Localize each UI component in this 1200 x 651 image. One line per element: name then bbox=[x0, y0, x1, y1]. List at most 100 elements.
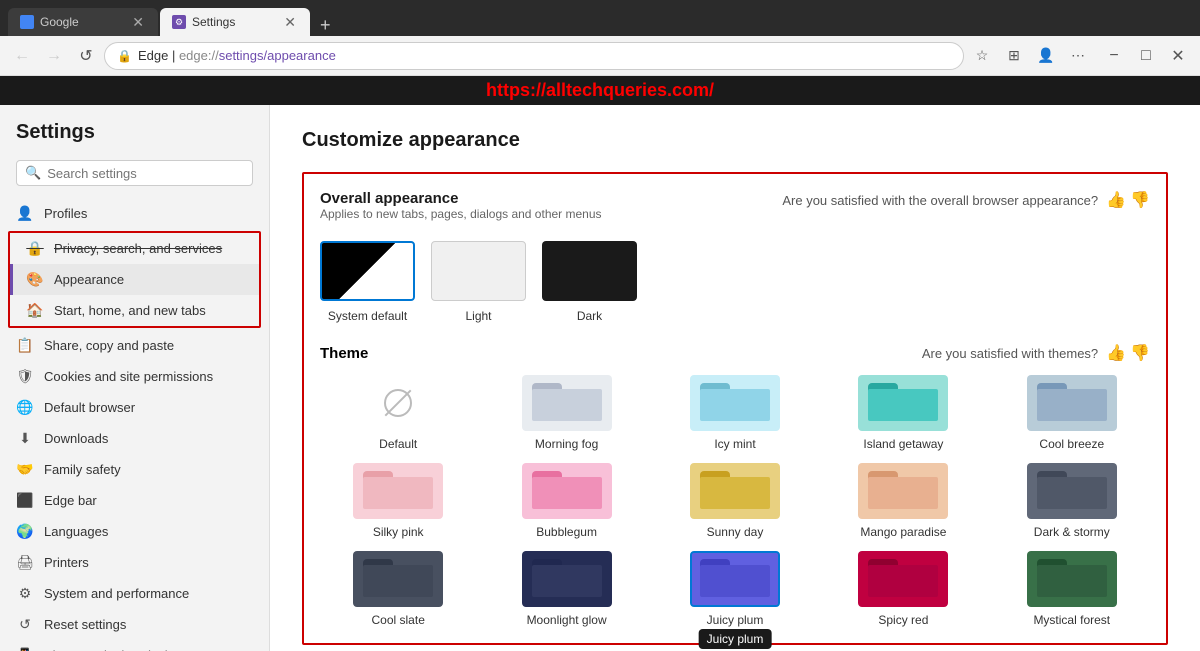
sidebar-item-label: Edge bar bbox=[44, 493, 97, 508]
theme-item-mystical-forest[interactable]: Mystical forest bbox=[994, 551, 1150, 627]
theme-sunny-day-label: Sunny day bbox=[707, 525, 764, 539]
sidebar-title: Settings bbox=[0, 121, 269, 160]
sidebar-item-label: Privacy, search, and services bbox=[54, 241, 222, 256]
more-button[interactable]: ⋯ bbox=[1064, 42, 1092, 70]
sidebar-item-label: Downloads bbox=[44, 431, 108, 446]
theme-bubblegum-label: Bubblegum bbox=[536, 525, 597, 539]
sidebar-item-cookies[interactable]: 🛡 Cookies and site permissions bbox=[0, 361, 269, 392]
collections-button[interactable]: ⊞ bbox=[1000, 42, 1028, 70]
sidebar-item-phone[interactable]: 📱 Phone and other devices bbox=[0, 640, 269, 651]
system-default-label: System default bbox=[328, 309, 407, 323]
back-button[interactable]: ← bbox=[8, 42, 36, 70]
theme-item-mango-paradise[interactable]: Mango paradise bbox=[825, 463, 981, 539]
tab-settings[interactable]: ⚙ Settings ✕ bbox=[160, 8, 310, 36]
tab-settings-title: Settings bbox=[192, 15, 276, 29]
folder-body bbox=[363, 565, 433, 597]
overall-appearance-actions: Are you satisfied with the overall brows… bbox=[782, 190, 1150, 210]
theme-dark-stormy-preview bbox=[1027, 463, 1117, 519]
sidebar-item-label: System and performance bbox=[44, 586, 189, 601]
tab-google-close[interactable]: ✕ bbox=[130, 14, 146, 31]
sidebar-item-appearance[interactable]: 🎨 Appearance bbox=[10, 264, 259, 295]
sidebar-item-label: Default browser bbox=[44, 400, 135, 415]
sidebar-item-label: Appearance bbox=[54, 272, 124, 287]
theme-spicy-red-preview bbox=[858, 551, 948, 607]
languages-icon: 🌍 bbox=[16, 523, 34, 540]
theme-item-sunny-day[interactable]: Sunny day bbox=[657, 463, 813, 539]
theme-juicy-plum-preview bbox=[690, 551, 780, 607]
theme-thumbs-up-icon[interactable]: 👍 bbox=[1106, 343, 1126, 363]
search-box[interactable]: 🔍 bbox=[16, 160, 253, 186]
theme-feedback-label: Are you satisfied with themes? bbox=[922, 346, 1098, 361]
sidebar-item-reset[interactable]: ↺ Reset settings bbox=[0, 609, 269, 640]
refresh-button[interactable]: ↺ bbox=[72, 42, 100, 70]
settings-favicon: ⚙ bbox=[172, 15, 186, 29]
folder-body bbox=[868, 477, 938, 509]
sidebar-item-label: Start, home, and new tabs bbox=[54, 303, 206, 318]
appearance-options: System default Light Dark bbox=[320, 241, 1150, 323]
theme-item-island-getaway[interactable]: Island getaway bbox=[825, 375, 981, 451]
minimize-button[interactable]: − bbox=[1100, 42, 1128, 70]
folder-body bbox=[1037, 565, 1107, 597]
folder-body bbox=[1037, 389, 1107, 421]
favorites-button[interactable]: ☆ bbox=[968, 42, 996, 70]
sidebar-item-share[interactable]: 📋 Share, copy and paste bbox=[0, 330, 269, 361]
theme-item-bubblegum[interactable]: Bubblegum bbox=[488, 463, 644, 539]
theme-item-icy-mint[interactable]: Icy mint bbox=[657, 375, 813, 451]
tab-google[interactable]: Google ✕ bbox=[8, 8, 158, 36]
theme-cool-breeze-preview bbox=[1027, 375, 1117, 431]
sidebar-item-languages[interactable]: 🌍 Languages bbox=[0, 516, 269, 547]
address-bar[interactable]: 🔒 Edge | edge://settings/appearance bbox=[104, 42, 964, 70]
theme-item-morning-fog[interactable]: Morning fog bbox=[488, 375, 644, 451]
theme-silky-pink-preview bbox=[353, 463, 443, 519]
theme-moonlight-glow-label: Moonlight glow bbox=[527, 613, 607, 627]
thumbs-up-icon[interactable]: 👍 bbox=[1106, 190, 1126, 210]
theme-item-juicy-plum[interactable]: Juicy plum Juicy plum bbox=[657, 551, 813, 627]
nav-actions: ☆ ⊞ 👤 ⋯ bbox=[968, 42, 1092, 70]
appearance-dark[interactable]: Dark bbox=[542, 241, 637, 323]
sidebar-item-family[interactable]: 🤝 Family safety bbox=[0, 454, 269, 485]
folder-body bbox=[363, 477, 433, 509]
main-content: Settings 🔍 👤 Profiles 🔒 Privacy, search,… bbox=[0, 105, 1200, 651]
theme-cool-slate-label: Cool slate bbox=[372, 613, 425, 627]
sidebar-item-edge-bar[interactable]: ⬛ Edge bar bbox=[0, 485, 269, 516]
sidebar-item-printers[interactable]: 🖨 Printers bbox=[0, 547, 269, 578]
forward-button[interactable]: → bbox=[40, 42, 68, 70]
sidebar-item-start-home[interactable]: 🏠 Start, home, and new tabs bbox=[10, 295, 259, 326]
theme-item-cool-slate[interactable]: Cool slate bbox=[320, 551, 476, 627]
start-home-icon: 🏠 bbox=[26, 302, 44, 319]
address-icon: 🔒 bbox=[117, 49, 132, 63]
sidebar-item-downloads[interactable]: ⬇ Downloads bbox=[0, 423, 269, 454]
theme-grid: Default Morning fog bbox=[320, 375, 1150, 627]
tab-settings-close[interactable]: ✕ bbox=[282, 14, 298, 31]
folder-body bbox=[700, 565, 770, 597]
sidebar-item-default-browser[interactable]: 🌐 Default browser bbox=[0, 392, 269, 423]
privacy-icon: 🔒 bbox=[26, 240, 44, 257]
appearance-system-default[interactable]: System default bbox=[320, 241, 415, 323]
sidebar-item-profiles[interactable]: 👤 Profiles bbox=[0, 198, 269, 229]
theme-item-dark-stormy[interactable]: Dark & stormy bbox=[994, 463, 1150, 539]
close-button[interactable]: ✕ bbox=[1164, 42, 1192, 70]
theme-item-spicy-red[interactable]: Spicy red bbox=[825, 551, 981, 627]
thumbs-down-icon[interactable]: 👎 bbox=[1130, 190, 1150, 210]
theme-default-preview bbox=[353, 375, 443, 431]
theme-item-silky-pink[interactable]: Silky pink bbox=[320, 463, 476, 539]
appearance-light[interactable]: Light bbox=[431, 241, 526, 323]
theme-icy-mint-label: Icy mint bbox=[714, 437, 755, 451]
theme-default-label: Default bbox=[379, 437, 417, 451]
theme-item-default[interactable]: Default bbox=[320, 375, 476, 451]
theme-thumbs-down-icon[interactable]: 👎 bbox=[1130, 343, 1150, 363]
maximize-button[interactable]: □ bbox=[1132, 42, 1160, 70]
address-text: Edge | edge://settings/appearance bbox=[138, 48, 951, 63]
theme-section: Theme Are you satisfied with themes? 👍 👎 bbox=[320, 343, 1150, 627]
theme-island-getaway-label: Island getaway bbox=[863, 437, 943, 451]
theme-item-cool-breeze[interactable]: Cool breeze bbox=[994, 375, 1150, 451]
sidebar-item-privacy[interactable]: 🔒 Privacy, search, and services bbox=[10, 233, 259, 264]
new-tab-button[interactable]: + bbox=[312, 15, 339, 36]
folder-body bbox=[700, 389, 770, 421]
sidebar-item-system[interactable]: ⚙ System and performance bbox=[0, 578, 269, 609]
theme-item-moonlight-glow[interactable]: Moonlight glow bbox=[488, 551, 644, 627]
sidebar-item-label: Printers bbox=[44, 555, 89, 570]
profile-button[interactable]: 👤 bbox=[1032, 42, 1060, 70]
search-input[interactable] bbox=[47, 166, 244, 181]
overall-feedback-icons: 👍 👎 bbox=[1106, 190, 1150, 210]
